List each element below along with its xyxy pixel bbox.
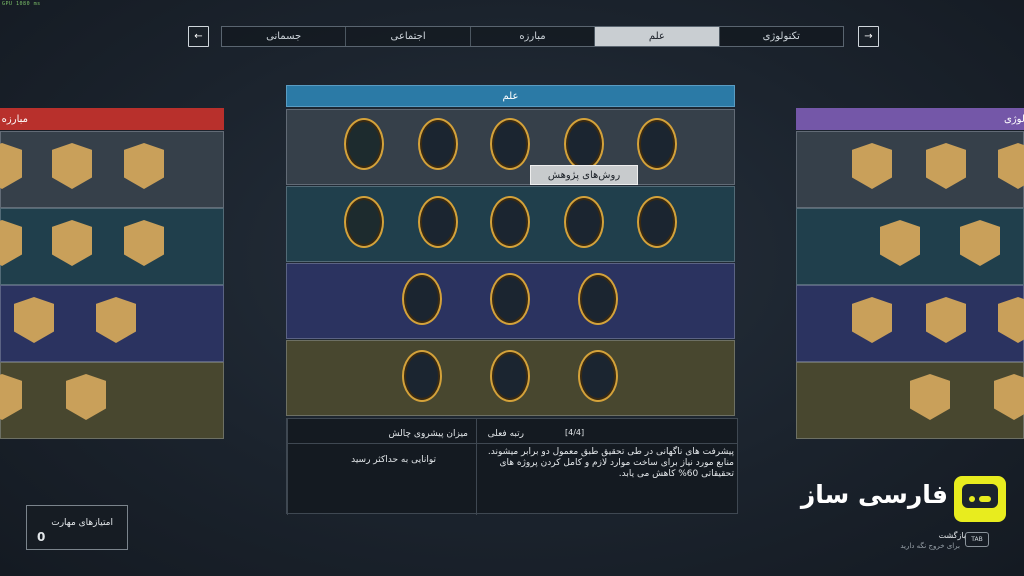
rank-label: رتبه فعلی	[487, 429, 524, 439]
category-tabbar: تکنولوژی علم مبارزه اجتماعی جسمانی	[221, 26, 844, 47]
tab-technology[interactable]: تکنولوژی	[718, 27, 843, 46]
science-perk-icon[interactable]	[564, 196, 604, 248]
skill-points-box: امتیازهای مهارت 0	[26, 505, 128, 550]
science-perk-icon[interactable]	[418, 118, 458, 170]
tech-panel-title: تکنولوژی	[1004, 113, 1024, 125]
divider	[288, 443, 476, 444]
combat-row-4	[0, 362, 224, 439]
combat-row-1	[0, 131, 224, 208]
science-perk-icon[interactable]	[564, 118, 604, 170]
tab-physical[interactable]: جسمانی	[221, 27, 346, 46]
rank-section: رتبه فعلی [4/4] پیشرفت های ناگهانی در طی…	[476, 419, 738, 515]
science-perk-icon[interactable]	[402, 273, 442, 325]
science-perk-icon[interactable]	[637, 118, 677, 170]
science-perk-icon[interactable]	[402, 350, 442, 402]
perk-info-panel: میزان پیشروی چالش توانایی به حداکثر رسید…	[286, 418, 738, 515]
challenge-progress-text: توانایی به حداکثر رسید	[351, 455, 436, 465]
science-perk-icon[interactable]	[637, 196, 677, 248]
science-perk-icon[interactable]	[578, 273, 618, 325]
science-perk-icon[interactable]	[490, 350, 530, 402]
science-perk-icon[interactable]	[418, 196, 458, 248]
combat-panel-header[interactable]: مبارزه	[0, 108, 224, 130]
challenge-progress-label: میزان پیشروی چالش	[388, 429, 468, 439]
science-panel-title: علم	[502, 90, 519, 102]
perk-tooltip: روش‌های پژوهش	[530, 165, 638, 185]
challenge-progress-section: میزان پیشروی چالش توانایی به حداکثر رسید	[287, 419, 476, 515]
tab-key-button[interactable]: TAB	[965, 532, 989, 547]
next-category-button[interactable]: →	[858, 26, 879, 47]
science-perk-icon[interactable]	[490, 196, 530, 248]
tab-social[interactable]: اجتماعی	[345, 27, 470, 46]
rank-value: [4/4]	[565, 428, 585, 437]
brand-mark-icon	[954, 476, 1006, 522]
science-perk-icon[interactable]	[578, 350, 618, 402]
perk-description: پیشرفت های ناگهانی در طی تحقیق طبق معمول…	[487, 447, 734, 479]
back-hint: برای خروج نگه دارید	[900, 542, 960, 550]
brand-name: فارسی ساز	[800, 480, 948, 509]
science-panel-header: علم	[286, 85, 735, 107]
brand-logo: فارسی ساز	[800, 476, 1008, 526]
debug-overlay: GPU 1080 ms	[2, 1, 41, 7]
science-perk-icon[interactable]	[490, 273, 530, 325]
science-perk-icon[interactable]	[344, 118, 384, 170]
tab-combat[interactable]: مبارزه	[469, 27, 595, 46]
tech-row-3	[796, 285, 1024, 362]
skill-points-label: امتیازهای مهارت	[51, 518, 113, 528]
combat-row-2	[0, 208, 224, 285]
tech-panel-header[interactable]: تکنولوژی	[796, 108, 1024, 130]
skill-points-value: 0	[37, 530, 46, 544]
divider	[477, 443, 738, 444]
back-label[interactable]: بازگشت	[939, 531, 966, 540]
combat-panel-title: مبارزه	[1, 113, 28, 125]
tech-row-1	[796, 131, 1024, 208]
tab-science[interactable]: علم	[594, 27, 719, 46]
category-tabs-row: ← تکنولوژی علم مبارزه اجتماعی جسمانی →	[188, 26, 881, 48]
science-perk-icon[interactable]	[344, 196, 384, 248]
science-perk-icon[interactable]	[490, 118, 530, 170]
previous-category-button[interactable]: ←	[188, 26, 209, 47]
